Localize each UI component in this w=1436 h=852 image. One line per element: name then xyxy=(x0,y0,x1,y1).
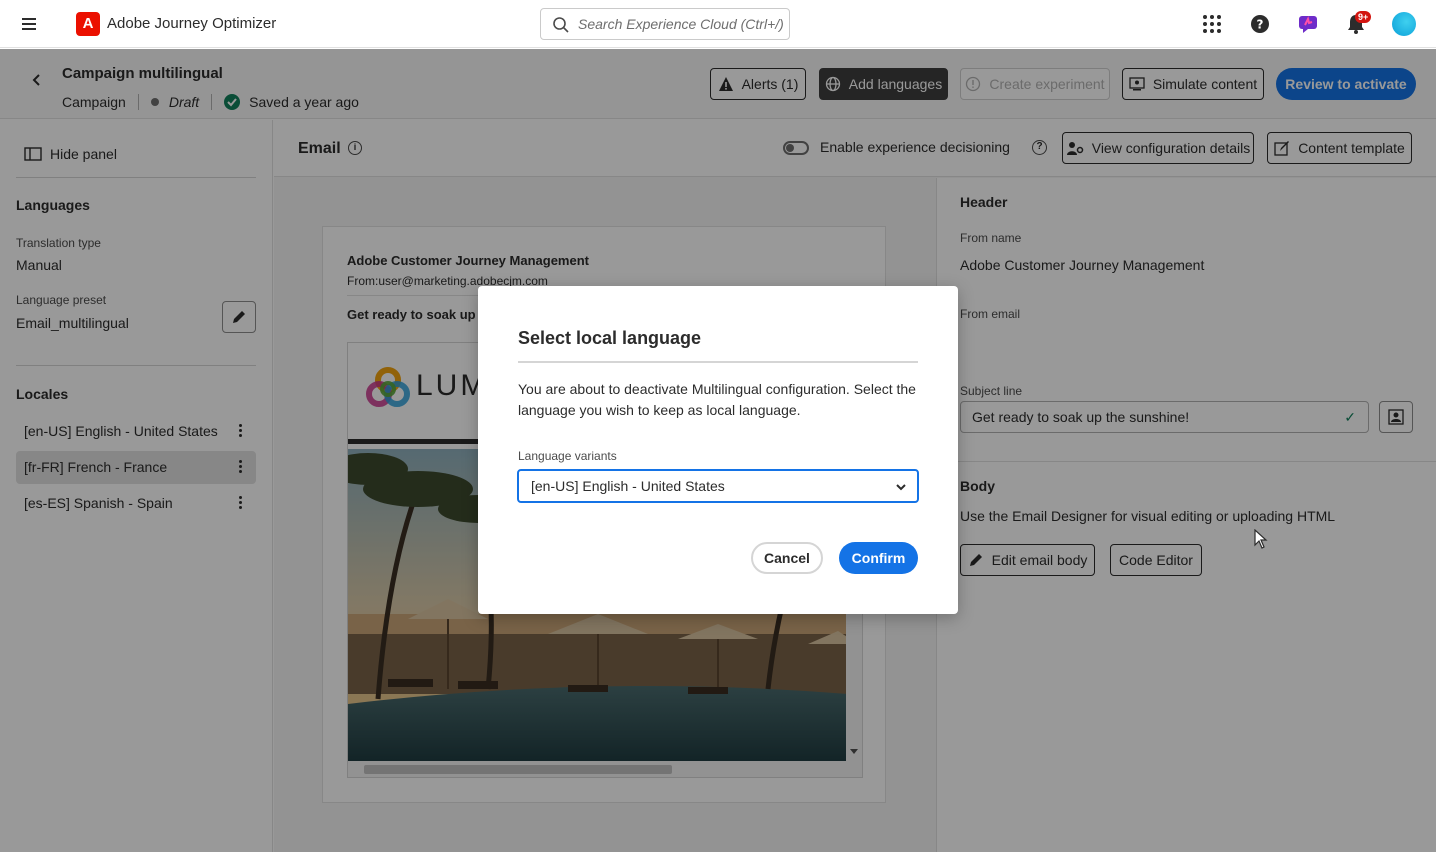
dialog-title: Select local language xyxy=(518,328,702,348)
notification-badge: 9+ xyxy=(1355,11,1372,23)
top-bar: A Adobe Journey Optimizer Search Experie… xyxy=(0,0,1436,48)
feedback-icon[interactable] xyxy=(1296,12,1320,36)
cancel-button[interactable]: Cancel xyxy=(751,542,823,574)
confirm-button[interactable]: Confirm xyxy=(839,542,918,574)
apps-grid-icon[interactable] xyxy=(1200,12,1224,36)
language-variants-select[interactable]: [en-US] English - United States xyxy=(517,469,919,503)
mouse-cursor-icon xyxy=(1254,529,1268,549)
search-input[interactable]: Search Experience Cloud (Ctrl+/) xyxy=(540,8,790,40)
selected-language: [en-US] English - United States xyxy=(531,478,725,494)
help-icon[interactable]: ? xyxy=(1248,12,1272,36)
search-placeholder: Search Experience Cloud (Ctrl+/) xyxy=(578,16,784,32)
search-icon xyxy=(553,17,569,33)
adobe-logo-icon[interactable]: A xyxy=(76,12,100,36)
avatar[interactable] xyxy=(1392,12,1416,36)
divider xyxy=(518,361,918,363)
dialog-body: You are about to deactivate Multilingual… xyxy=(518,381,916,418)
chevron-down-icon xyxy=(896,484,906,491)
language-variants-label: Language variants xyxy=(518,449,617,463)
app-name[interactable]: Adobe Journey Optimizer xyxy=(107,15,276,32)
svg-text:?: ? xyxy=(1257,18,1264,32)
select-local-language-dialog: Select local language You are about to d… xyxy=(478,286,958,614)
menu-icon[interactable] xyxy=(22,15,42,33)
